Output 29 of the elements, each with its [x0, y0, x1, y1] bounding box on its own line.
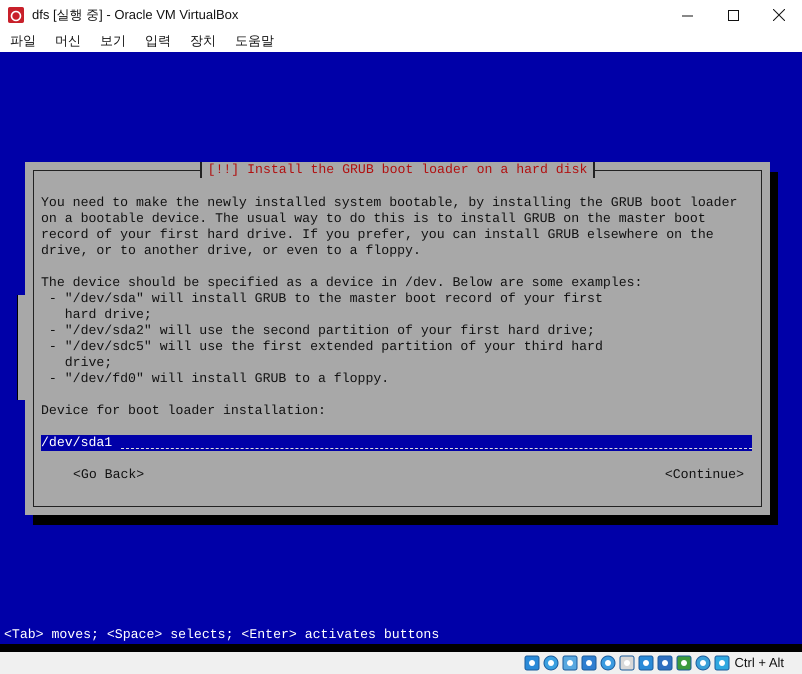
close-icon: [773, 9, 785, 21]
app-logo-icon: [8, 7, 24, 23]
dialog-text-line: drive;: [64, 355, 114, 371]
dialog-text-line: hard drive;: [64, 307, 153, 323]
host-key-label: Ctrl + Alt: [734, 654, 784, 672]
go-back-button[interactable]: <Go Back>: [73, 467, 144, 483]
device-input-field[interactable]: /dev/sda1: [41, 435, 752, 451]
keyboard-hint: <Tab> moves; <Space> selects; <Enter> activates buttons: [3, 627, 440, 643]
dialog-text-line: - "/dev/sda2" will use the second partition of your first hard drive;: [48, 323, 596, 339]
dialog-text-line: Device for boot loader installation:: [41, 403, 327, 419]
menu-item[interactable]: 장치: [188, 31, 218, 51]
dialog-text-line: - "/dev/fd0" will install GRUB to a floppy.: [48, 371, 390, 387]
dialog-text-line: - "/dev/sdc5" will use the first extended partition of your third hard: [48, 339, 604, 355]
continue-button[interactable]: <Continue>: [664, 467, 744, 483]
dialog-text-line: - "/dev/sda" will install GRUB to the master boot record of your first: [48, 291, 604, 307]
dialog-text-line: drive, or to another drive, or even to a floppy.: [41, 243, 422, 259]
menu-item[interactable]: 입력: [143, 31, 173, 51]
dialog-title: [!!] Install the GRUB boot loader on a hard disk: [200, 162, 596, 178]
menu-item[interactable]: 파일: [8, 31, 38, 51]
dialog-text-line: on a bootable device. The usual way to do this is to install GRUB on the master boot: [41, 211, 707, 227]
menu-item[interactable]: 머신: [53, 31, 83, 51]
menu-item[interactable]: 도움말: [233, 31, 276, 51]
dialog-text-line: The device should be specified as a device in /dev. Below are some examples:: [41, 275, 644, 291]
dialog-text-line: record of your first hard drive. If you prefer, you can install GRUB elsewhere on the: [41, 227, 715, 243]
maximize-icon: [728, 10, 738, 20]
dialog-text-line: You need to make the newly installed system bootable, by installing the GRUB boot loader: [41, 195, 738, 211]
optical-disc-icon[interactable]: [542, 655, 558, 671]
menu-item[interactable]: 보기: [98, 31, 128, 51]
window-title: dfs [실행 중] - Oracle VM VirtualBox: [32, 6, 238, 24]
